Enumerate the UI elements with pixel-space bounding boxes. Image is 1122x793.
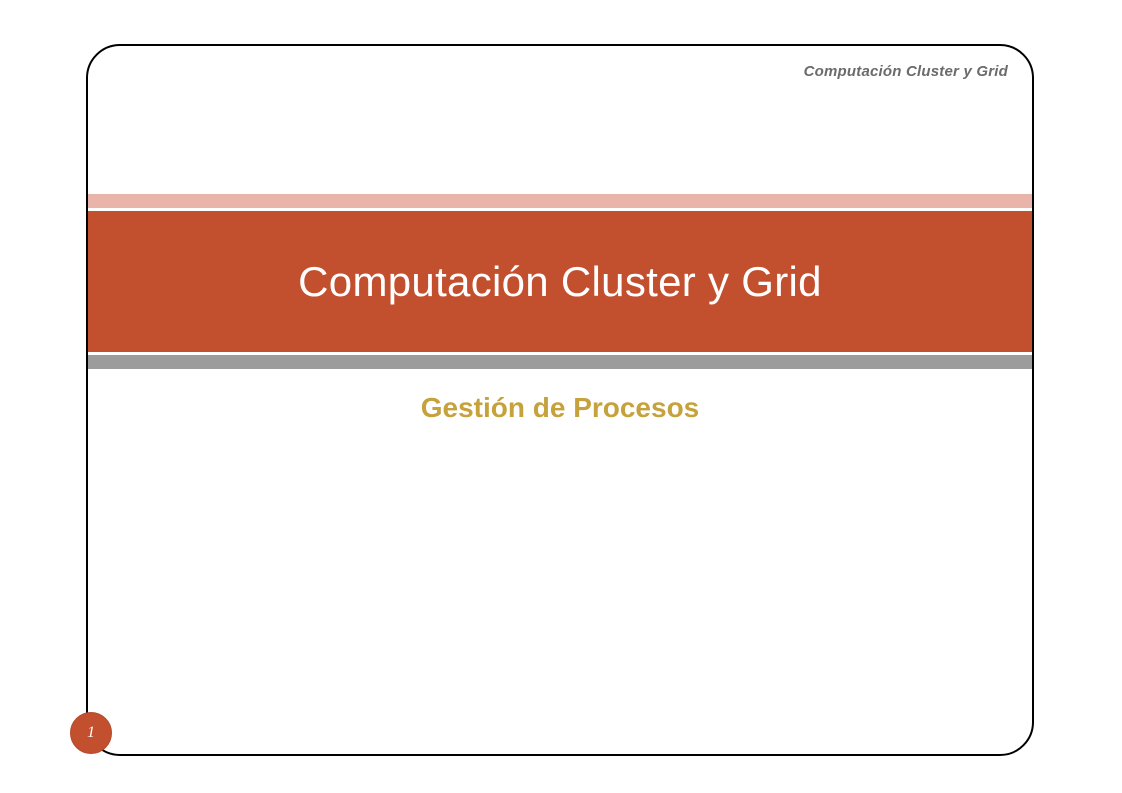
- header-label: Computación Cluster y Grid: [804, 63, 1008, 80]
- band-accent-top: [86, 194, 1034, 208]
- subtitle-container: Gestión de Procesos: [88, 392, 1032, 424]
- title-band: Computación Cluster y Grid: [86, 194, 1034, 369]
- page-number: 1: [87, 724, 95, 742]
- band-accent-bottom: [86, 355, 1034, 369]
- slide-title: Computación Cluster y Grid: [298, 258, 822, 306]
- page-number-badge: 1: [70, 712, 112, 754]
- slide-subtitle: Gestión de Procesos: [421, 392, 700, 424]
- band-main: Computación Cluster y Grid: [86, 211, 1034, 352]
- slide-frame: Computación Cluster y Grid Computación C…: [86, 44, 1034, 756]
